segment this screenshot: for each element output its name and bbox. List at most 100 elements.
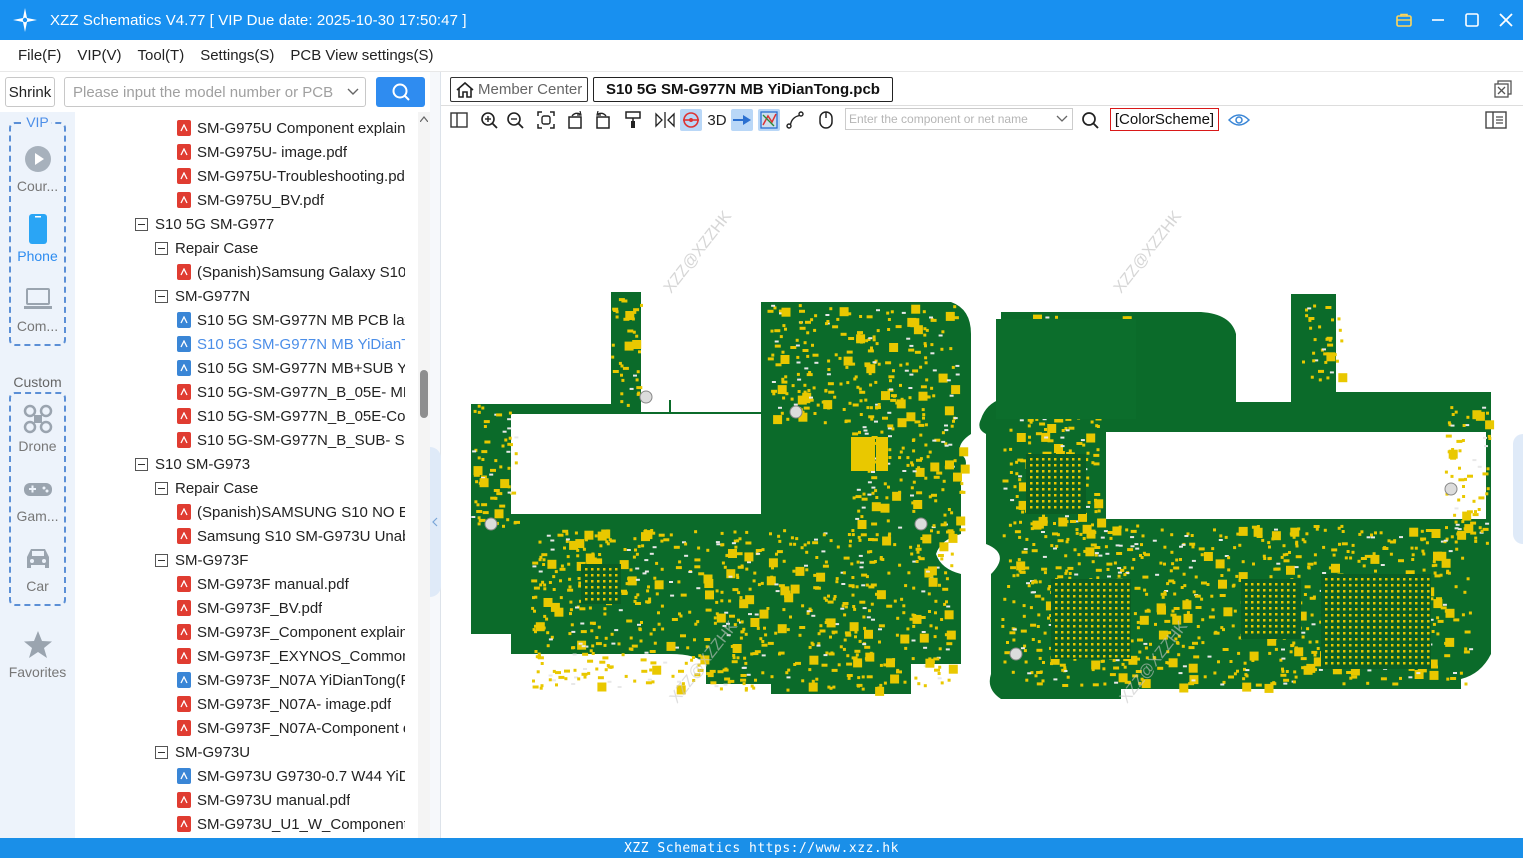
pcb-pad[interactable] xyxy=(694,530,698,534)
pcb-pad[interactable] xyxy=(863,626,867,630)
pcb-pad[interactable] xyxy=(1242,677,1246,681)
pcb-pad[interactable] xyxy=(909,617,913,621)
pcb-pad[interactable] xyxy=(1085,483,1089,487)
pcb-pad[interactable] xyxy=(508,436,512,440)
bga-ball[interactable] xyxy=(1287,619,1290,622)
pcb-silkscreen[interactable] xyxy=(825,314,830,316)
pcb-pad[interactable] xyxy=(717,670,724,674)
bga-ball[interactable] xyxy=(1097,637,1100,640)
pcb-pad[interactable] xyxy=(1285,670,1289,673)
pcb-pad[interactable] xyxy=(1328,566,1335,570)
pcb-pad[interactable] xyxy=(645,600,652,604)
pcb-pad[interactable] xyxy=(539,555,543,559)
pcb-pad[interactable] xyxy=(1025,678,1029,682)
pcb-silkscreen[interactable] xyxy=(617,686,622,688)
pcb-pad[interactable] xyxy=(1410,546,1414,550)
pcb-pad[interactable] xyxy=(771,389,778,393)
bga-ball[interactable] xyxy=(1421,590,1424,593)
pcb-pad[interactable] xyxy=(637,391,641,395)
pcb-pad[interactable] xyxy=(1454,520,1458,524)
bga-ball[interactable] xyxy=(585,592,588,595)
pcb-pad[interactable] xyxy=(930,529,933,533)
bga-ball[interactable] xyxy=(1361,578,1364,581)
tree-file[interactable]: SM-G973U_U1_W_Component xyxy=(177,812,405,836)
pcb-silkscreen[interactable] xyxy=(910,494,914,497)
pcb-pad[interactable] xyxy=(546,644,550,648)
pcb-pad[interactable] xyxy=(1461,613,1465,617)
pcb-pad[interactable] xyxy=(1464,682,1468,686)
pcb-pad[interactable] xyxy=(657,622,661,626)
pcb-component[interactable] xyxy=(1338,373,1348,383)
pcb-pad[interactable] xyxy=(1486,467,1490,471)
pcb-pad[interactable] xyxy=(1432,560,1436,564)
pcb-silkscreen[interactable] xyxy=(1322,348,1326,351)
pcb-pad[interactable] xyxy=(888,375,895,379)
pcb-silkscreen[interactable] xyxy=(856,488,861,491)
pcb-pad[interactable] xyxy=(1017,458,1024,462)
pcb-pad[interactable] xyxy=(782,608,786,612)
bga-ball[interactable] xyxy=(1085,643,1088,646)
pcb-pad[interactable] xyxy=(1357,559,1361,563)
pcb-pad[interactable] xyxy=(1374,531,1377,535)
pcb-pad[interactable] xyxy=(570,623,574,627)
pcb-silkscreen[interactable] xyxy=(575,606,579,609)
pcb-pad[interactable] xyxy=(748,587,752,591)
pcb-pad[interactable] xyxy=(910,552,914,556)
bga-ball[interactable] xyxy=(1078,488,1081,491)
pcb-pad[interactable] xyxy=(574,531,578,535)
bga-ball[interactable] xyxy=(1397,584,1400,587)
pcb-pad[interactable] xyxy=(931,660,935,664)
rail-item-gaming[interactable]: Gam... xyxy=(0,474,75,524)
pcb-pad[interactable] xyxy=(1268,651,1272,655)
pcb-pad[interactable] xyxy=(719,687,723,691)
pcb-pad[interactable] xyxy=(837,663,841,667)
pcb-pad[interactable] xyxy=(1021,510,1025,514)
pcb-pad[interactable] xyxy=(864,398,868,402)
pcb-pad[interactable] xyxy=(1170,550,1174,554)
bga-ball[interactable] xyxy=(1325,590,1328,593)
bga-ball[interactable] xyxy=(1427,590,1430,593)
pcb-pad[interactable] xyxy=(1039,517,1043,521)
bga-ball[interactable] xyxy=(1061,619,1064,622)
bga-ball[interactable] xyxy=(1115,637,1118,640)
pcb-silkscreen[interactable] xyxy=(578,642,583,645)
bga-ball[interactable] xyxy=(1060,506,1063,509)
pcb-pad[interactable] xyxy=(1096,576,1100,580)
pcb-component[interactable] xyxy=(948,533,958,543)
pcb-pad[interactable] xyxy=(546,631,550,635)
bga-ball[interactable] xyxy=(1103,649,1106,652)
pcb-silkscreen[interactable] xyxy=(1477,465,1482,468)
bga-ball[interactable] xyxy=(1079,583,1082,586)
pcb-pad[interactable] xyxy=(766,607,770,610)
pcb-pad[interactable] xyxy=(540,662,544,665)
pcb-pad[interactable] xyxy=(1272,681,1276,685)
pcb-silkscreen[interactable] xyxy=(823,654,828,657)
pcb-pad[interactable] xyxy=(715,589,719,593)
pcb-pad[interactable] xyxy=(938,665,942,669)
pcb-pad[interactable] xyxy=(1177,653,1181,657)
tree-file[interactable]: SM-G975U Component explain. xyxy=(177,116,405,140)
bga-ball[interactable] xyxy=(1421,638,1424,641)
pcb-pad[interactable] xyxy=(862,492,866,496)
pcb-pad[interactable] xyxy=(871,522,878,526)
bga-ball[interactable] xyxy=(1287,613,1290,616)
pcb-pad[interactable] xyxy=(922,413,926,417)
pcb-silkscreen[interactable] xyxy=(937,677,942,680)
pcb-silkscreen[interactable] xyxy=(901,311,906,314)
pcb-pad[interactable] xyxy=(917,682,921,686)
pcb-pad[interactable] xyxy=(572,646,576,650)
pcb-pad[interactable] xyxy=(1457,498,1461,502)
pcb-pad[interactable] xyxy=(1095,568,1102,572)
pcb-component[interactable] xyxy=(882,536,892,546)
pcb-silkscreen[interactable] xyxy=(1152,539,1157,542)
pcb-pad[interactable] xyxy=(848,401,852,405)
pcb-pad[interactable] xyxy=(912,624,916,628)
pcb-pad[interactable] xyxy=(839,382,843,386)
bga-ball[interactable] xyxy=(1337,578,1340,581)
bga-ball[interactable] xyxy=(1078,464,1081,467)
pcb-pad[interactable] xyxy=(1444,654,1451,658)
pcb-component[interactable] xyxy=(1431,529,1441,538)
pcb-pad[interactable] xyxy=(871,476,878,480)
pcb-pad[interactable] xyxy=(1421,549,1425,553)
pcb-pad[interactable] xyxy=(759,637,763,641)
